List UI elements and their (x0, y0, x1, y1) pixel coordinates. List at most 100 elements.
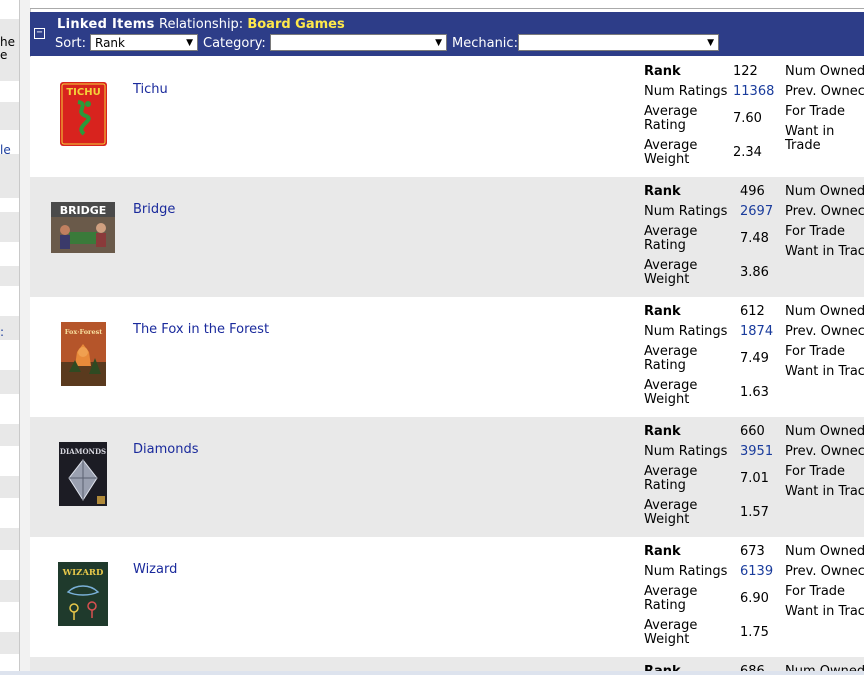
sidebar-row (0, 212, 19, 242)
avg-rating-label: Average (644, 104, 698, 119)
sidebar-row (0, 446, 19, 476)
avg-weight-value: 2.34 (733, 145, 762, 160)
prev-owned-label: Prev. Ownec (785, 564, 864, 579)
want-in-trade-label: Want in Trac (785, 244, 864, 259)
rank-value: 660 (740, 424, 765, 439)
num-ratings-link[interactable]: 6139 (740, 565, 780, 579)
rank-label: Rank (644, 544, 681, 559)
diamonds-box-art-icon: DIAMONDS (59, 442, 107, 506)
sidebar-row (0, 102, 19, 130)
linked-items-header: − Linked Items Relationship: Board Games… (30, 12, 864, 56)
sidebar-row (0, 81, 19, 102)
for-trade-label: For Trade (785, 344, 846, 359)
sidebar-row (0, 340, 19, 370)
game-name-link[interactable]: Bridge (133, 202, 175, 217)
avg-weight-label: Average (644, 378, 698, 393)
num-owned-label: Num Owned (785, 184, 864, 199)
game-name-link[interactable]: The Fox in the Forest (133, 322, 269, 337)
rank-value: 673 (740, 544, 765, 559)
rank-label: Rank (644, 304, 681, 319)
chevron-down-icon: ▼ (435, 38, 442, 48)
game-thumbnail-bridge[interactable]: BRIDGE (51, 202, 115, 257)
category-select[interactable]: ▼ (270, 34, 447, 51)
rank-label: Rank (644, 64, 681, 79)
sidebar-row (0, 580, 19, 602)
relationship-info: Relationship: Board Games (159, 17, 345, 32)
game-name-link[interactable]: Diamonds (133, 442, 198, 457)
prev-owned-label: Prev. Ownec (785, 324, 864, 339)
category-label: Category: (203, 36, 266, 51)
horizontal-scrollbar[interactable] (0, 671, 864, 675)
sidebar-link[interactable]: : (0, 326, 4, 339)
list-item: Fox·Forest The Fox in the Forest Rank 61… (30, 297, 864, 417)
wizard-box-title: WIZARD (62, 568, 104, 578)
rank-value: 496 (740, 184, 765, 199)
want-in-trade-label: Want in Trac (785, 364, 864, 379)
game-name-link[interactable]: Wizard (133, 562, 177, 577)
fox-box-title: Fox·Forest (65, 328, 103, 336)
chevron-down-icon: ▼ (707, 38, 714, 48)
sidebar-text: e (0, 48, 8, 62)
sidebar-row (0, 286, 19, 316)
num-ratings-link[interactable]: 1874 (740, 325, 780, 339)
avg-rating-label: Rating (644, 358, 686, 373)
num-ratings-label: Num Ratings (644, 204, 728, 219)
game-thumbnail-fox-in-the-forest[interactable]: Fox·Forest (61, 322, 106, 390)
collapse-toggle-icon[interactable]: − (34, 28, 45, 39)
rank-label: Rank (644, 184, 681, 199)
game-thumbnail-wizard[interactable]: WIZARD (58, 562, 108, 630)
avg-weight-label: Average (644, 258, 698, 273)
mechanic-select[interactable]: ▼ (518, 34, 719, 51)
sidebar-row (0, 266, 19, 286)
sidebar-row (0, 498, 19, 528)
avg-rating-label: Average (644, 584, 698, 599)
avg-weight-label: Weight (644, 392, 690, 407)
num-ratings-label: Num Ratings (644, 84, 728, 99)
sidebar-row (0, 602, 19, 632)
avg-rating-label: Rating (644, 238, 686, 253)
game-name-link[interactable]: Tichu (133, 82, 168, 97)
sort-select[interactable]: Rank ▼ (90, 34, 198, 51)
num-ratings-link[interactable]: 3951 (740, 445, 780, 459)
prev-owned-label: Prev. Ownec (785, 84, 864, 99)
avg-weight-label: Weight (644, 152, 690, 167)
for-trade-label: For Trade (785, 584, 846, 599)
chevron-down-icon: ▼ (186, 38, 193, 48)
avg-rating-value: 6.90 (740, 591, 769, 606)
section-title: Linked Items (57, 17, 155, 32)
sort-select-value: Rank (95, 36, 125, 50)
sidebar-link[interactable]: le (0, 144, 11, 157)
tichu-box-title: TICHU (66, 87, 100, 98)
relationship-value: Board Games (247, 17, 345, 32)
avg-rating-label: Rating (644, 118, 686, 133)
prev-owned-label: Prev. Ownec (785, 444, 864, 459)
num-owned-label: Num Owned (785, 424, 864, 439)
avg-rating-value: 7.01 (740, 471, 769, 486)
mechanic-label: Mechanic: (452, 36, 518, 51)
sidebar-row (0, 424, 19, 446)
avg-rating-label: Rating (644, 598, 686, 613)
list-item: DIAMONDS Diamonds Rank 660 Num Ratings 3… (30, 417, 864, 537)
sidebar-row (0, 476, 19, 498)
avg-rating-value: 7.48 (740, 231, 769, 246)
num-owned-label: Num Owned (785, 64, 864, 79)
num-ratings-link[interactable]: 2697 (740, 205, 780, 219)
sidebar-row (0, 154, 19, 198)
list-item: WIZARD Wizard Rank 673 Num Ratings 6139 … (30, 537, 864, 657)
left-sidebar-fragment: he e le : (0, 0, 20, 675)
bridge-box-art-icon: BRIDGE (51, 202, 115, 253)
fox-box-art-icon: Fox·Forest (61, 322, 106, 386)
list-item: BRIDGE Bridge Rank 496 Num Ratings 2697 … (30, 177, 864, 297)
num-owned-label: Num Owned (785, 544, 864, 559)
game-thumbnail-diamonds[interactable]: DIAMONDS (59, 442, 107, 510)
want-in-trade-label: Trade (785, 138, 821, 153)
for-trade-label: For Trade (785, 224, 846, 239)
game-thumbnail-tichu[interactable]: TICHU (60, 82, 107, 150)
linked-items-list: TICHU Tichu Rank 122 Num Ratings 11368 A… (30, 57, 864, 675)
prev-owned-label: Prev. Ownec (785, 204, 864, 219)
rank-value: 612 (740, 304, 765, 319)
num-ratings-link[interactable]: 11368 (733, 85, 774, 99)
avg-weight-label: Average (644, 498, 698, 513)
num-ratings-label: Num Ratings (644, 564, 728, 579)
rank-value: 122 (733, 64, 758, 79)
